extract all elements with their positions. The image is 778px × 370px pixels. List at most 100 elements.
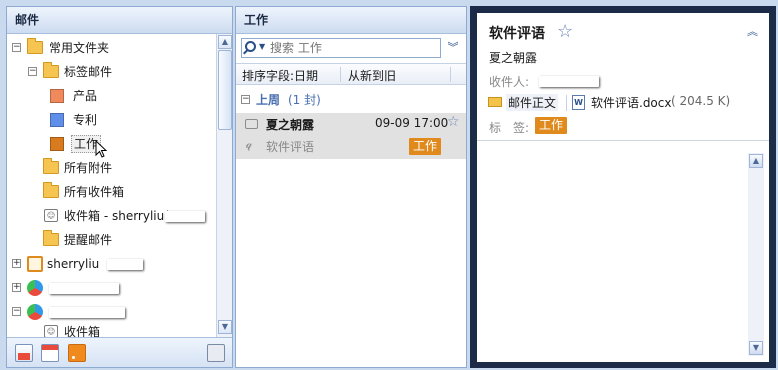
folder-tree: − 常用文件夹 − 标签邮件 产品 专利 工作 所有附件 所有收件箱 ☺ 收件箱… <box>7 34 216 337</box>
tree-item-label: 产品 <box>73 89 98 103</box>
folder-icon <box>43 62 59 78</box>
tree-item-tagged-mail[interactable]: − 标签邮件 <box>7 62 216 82</box>
collapse-icon[interactable]: − <box>241 95 250 104</box>
message-body <box>477 142 769 362</box>
tree-item-account[interactable]: + <box>7 278 216 298</box>
message-list-title: 工作 <box>236 7 466 34</box>
tree-item-account[interactable]: − <box>7 302 216 322</box>
tag-badge[interactable]: 工作 <box>409 138 442 155</box>
redaction-mark <box>107 259 143 270</box>
scroll-down-icon[interactable]: ▼ <box>749 341 763 355</box>
recipient-label: 收件人: <box>489 75 530 89</box>
message-date: 09-09 17:00 <box>375 116 449 130</box>
tree-item-inbox[interactable]: ☺ 收件箱 <box>7 322 216 337</box>
folder-icon <box>43 158 59 174</box>
scroll-up-icon[interactable]: ▲ <box>218 35 232 49</box>
inbox-icon: ☺ <box>44 209 58 222</box>
tree-item-label: 收件箱 <box>64 325 101 337</box>
tree-item-label: 收件箱 - sherryliu( <box>64 209 169 223</box>
folder-tree-scrollbar[interactable]: ▲ ▼ <box>216 34 232 337</box>
scroll-up-icon[interactable]: ▲ <box>749 154 763 168</box>
sort-divider <box>450 67 451 82</box>
expand-icon[interactable]: + <box>12 259 21 268</box>
mail-body-icon <box>488 97 502 107</box>
tree-item-tag-product[interactable]: 产品 <box>7 86 216 106</box>
tree-item-account-sherryliu[interactable]: + sherryliu <box>7 254 216 274</box>
collapse-icon[interactable]: − <box>28 67 37 76</box>
sort-bar: 排序字段:日期 从新到旧 <box>236 63 466 85</box>
inbox-icon: ☺ <box>44 325 58 337</box>
group-label: 上周 <box>256 93 281 107</box>
tag-icon <box>50 113 64 127</box>
sort-field-button[interactable]: 排序字段:日期 <box>242 67 318 84</box>
tree-item-label: 所有附件 <box>64 161 113 175</box>
message-sender-name[interactable]: 夏之朝露 <box>489 49 537 66</box>
tag-icon <box>50 89 64 103</box>
tree-item-all-inboxes[interactable]: 所有收件箱 <box>7 182 216 202</box>
redaction-mark <box>539 76 599 87</box>
word-doc-icon: W <box>572 95 585 110</box>
attachment-name[interactable]: 软件评语.docx <box>591 94 671 111</box>
tree-item-label: 标签邮件 <box>64 65 113 79</box>
redaction-mark <box>165 211 205 222</box>
rss-icon[interactable] <box>68 344 86 362</box>
tree-item-label: 专利 <box>73 113 98 127</box>
message-body-scrollbar[interactable] <box>748 153 764 356</box>
folder-pane-toolbar <box>7 337 232 367</box>
message-row[interactable]: 夏之朝露 09-09 17:00 ☆ 𝓆 软件评语 工作 <box>236 113 466 159</box>
search-box[interactable]: ▼ <box>241 38 441 58</box>
tree-item-tag-patent[interactable]: 专利 <box>7 110 216 130</box>
search-icon[interactable] <box>245 41 256 52</box>
tag-label: 标 签: <box>489 121 530 135</box>
collapse-icon[interactable]: − <box>12 43 21 52</box>
account-icon <box>27 256 43 272</box>
search-input[interactable] <box>270 40 435 56</box>
folder-icon <box>27 38 43 54</box>
tree-item-label: 常用文件夹 <box>49 41 110 55</box>
tag-icon <box>50 137 64 151</box>
mail-body-tab[interactable]: 邮件正文 <box>506 94 559 111</box>
tree-item-common-folders[interactable]: − 常用文件夹 <box>7 38 216 58</box>
folder-icon <box>43 230 59 246</box>
group-header[interactable]: − 上周 (1 封) <box>236 89 466 111</box>
tree-item-inbox-sherryliu[interactable]: ☺ 收件箱 - sherryliu( <box>7 206 216 226</box>
collapse-icon[interactable]: − <box>12 307 21 316</box>
tree-item-label: 所有收件箱 <box>64 185 125 199</box>
tree-item-all-attachments[interactable]: 所有附件 <box>7 158 216 178</box>
mail-folder-pane: 邮件 − 常用文件夹 − 标签邮件 产品 专利 工作 所有附件 所有收件箱 ☺ … <box>6 6 233 368</box>
mouse-cursor-icon <box>95 140 108 158</box>
redaction-mark <box>49 283 119 294</box>
address-book-icon[interactable] <box>207 344 225 362</box>
star-icon[interactable]: ☆ <box>557 21 573 42</box>
sort-divider <box>340 67 341 82</box>
mail-view-icon[interactable] <box>15 344 33 362</box>
sort-order-button[interactable]: 从新到旧 <box>348 67 396 84</box>
tree-item-reminder-mail[interactable]: 提醒邮件 <box>7 230 216 250</box>
double-chevron-up-icon[interactable]: ︽ <box>747 23 758 39</box>
message-subject-title: 软件评语 <box>489 26 545 42</box>
double-chevron-down-icon[interactable]: ︾ <box>445 40 461 56</box>
search-options-icon[interactable]: ▼ <box>259 42 265 51</box>
message-header: 软件评语 ☆ ︽ 夏之朝露 收件人: 邮件正文 W 软件评语.docx ( 20… <box>477 13 769 141</box>
envelope-icon <box>245 119 258 129</box>
folder-pane-title: 邮件 <box>7 7 232 34</box>
redaction-mark <box>49 307 125 318</box>
reading-pane: 软件评语 ☆ ︽ 夏之朝露 收件人: 邮件正文 W 软件评语.docx ( 20… <box>477 13 769 362</box>
message-list-pane: 工作 ▼ ︾ 排序字段:日期 从新到旧 − 上周 (1 封) 夏之朝露 09-0… <box>235 6 467 368</box>
account-icon <box>27 280 43 296</box>
reading-pane-frame: 软件评语 ☆ ︽ 夏之朝露 收件人: 邮件正文 W 软件评语.docx ( 20… <box>470 6 776 368</box>
tree-item-tag-work[interactable]: 工作 <box>7 134 216 158</box>
message-sender: 夏之朝露 <box>266 118 315 132</box>
folder-icon <box>43 182 59 198</box>
attachment-size: ( 204.5 K) <box>671 94 731 108</box>
message-subject: 软件评语 <box>266 140 315 154</box>
tag-badge[interactable]: 工作 <box>535 117 568 134</box>
paperclip-icon: 𝓆 <box>246 137 253 151</box>
divider <box>566 95 567 111</box>
account-icon <box>27 304 43 320</box>
expand-icon[interactable]: + <box>12 283 21 292</box>
scroll-thumb[interactable] <box>218 50 232 130</box>
scroll-down-icon[interactable]: ▼ <box>218 320 232 334</box>
calendar-icon[interactable] <box>41 344 59 362</box>
star-icon[interactable]: ☆ <box>447 114 460 130</box>
